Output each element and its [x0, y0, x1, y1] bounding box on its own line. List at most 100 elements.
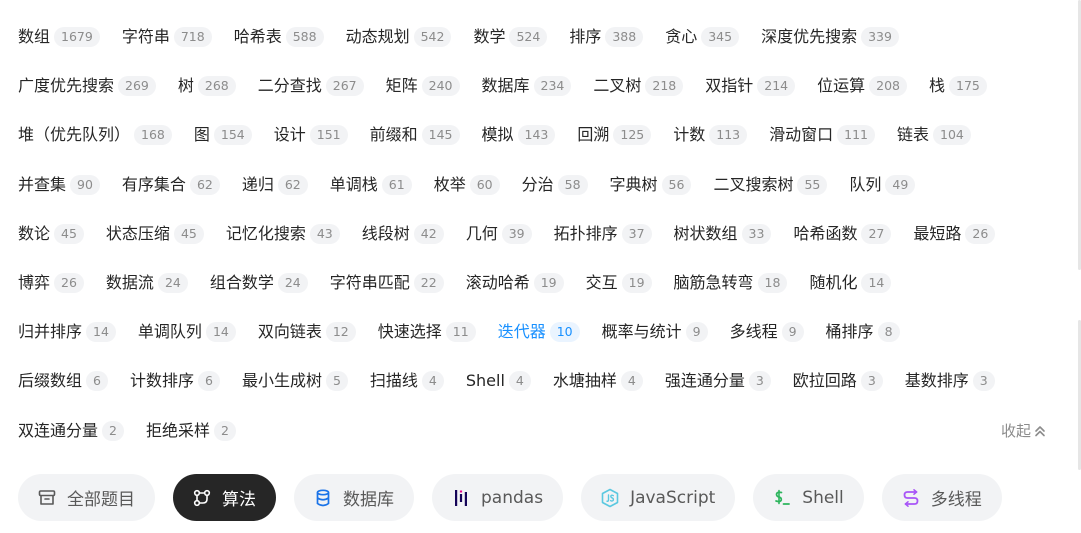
- topic-tag[interactable]: 归并排序 14: [18, 321, 116, 343]
- topic-tag[interactable]: 多线程 9: [730, 321, 804, 343]
- topic-tag[interactable]: 滑动窗口 111: [769, 124, 875, 146]
- topic-tag[interactable]: 最短路 26: [913, 223, 996, 245]
- topic-tag[interactable]: 树状数组 33: [674, 223, 772, 245]
- category-database[interactable]: 数据库: [294, 474, 414, 521]
- topic-tag[interactable]: 有序集合 62: [122, 174, 220, 196]
- topic-tag[interactable]: 概率与统计 9: [602, 321, 708, 343]
- topic-tag[interactable]: 前缀和 145: [370, 124, 460, 146]
- topic-tag[interactable]: 动态规划 542: [346, 26, 452, 48]
- topic-tag-count: 214: [757, 76, 796, 97]
- topic-tag[interactable]: 随机化 14: [809, 272, 892, 294]
- topic-tag[interactable]: 二分查找 267: [258, 75, 364, 97]
- topic-tag[interactable]: 博弈 26: [18, 272, 84, 294]
- topic-tag[interactable]: 广度优先搜索 269: [18, 75, 156, 97]
- topic-tag[interactable]: 脑筋急转弯 18: [674, 272, 788, 294]
- topic-tag[interactable]: 二叉搜索树 55: [713, 174, 828, 196]
- category-javascript[interactable]: JavaScript: [581, 474, 736, 521]
- collapse-button[interactable]: 收起: [1001, 420, 1046, 441]
- topic-tag-label: 基数排序: [904, 371, 969, 391]
- topic-tag[interactable]: 后缀数组 6: [18, 370, 108, 392]
- topic-tag-count: 269: [118, 76, 156, 97]
- topic-tag[interactable]: 水塘抽样 4: [553, 370, 643, 392]
- topic-tag[interactable]: 双连通分量 2: [18, 420, 124, 442]
- topic-tag-count: 49: [885, 174, 916, 195]
- topic-tag[interactable]: 数论 45: [18, 223, 84, 245]
- topic-tag[interactable]: 计数 113: [673, 124, 748, 146]
- topic-tag[interactable]: 哈希表 588: [234, 26, 324, 48]
- topic-tag[interactable]: 线段树 42: [362, 223, 444, 245]
- topic-tag-label: 图: [193, 125, 210, 145]
- topic-tag[interactable]: 拒绝采样 2: [146, 420, 236, 442]
- topic-tag-label: 最短路: [913, 223, 962, 243]
- topic-tag[interactable]: 枚举 60: [434, 174, 500, 196]
- topic-tag[interactable]: 贪心 345: [665, 26, 740, 48]
- topic-tag[interactable]: 计数排序 6: [130, 370, 220, 392]
- topic-tag[interactable]: 树 268: [178, 75, 236, 97]
- topic-tag[interactable]: 最小生成树 5: [242, 370, 348, 392]
- topic-tag[interactable]: 堆（优先队列） 168: [18, 124, 172, 146]
- topic-tag[interactable]: 滚动哈希 19: [466, 272, 564, 294]
- topic-tag[interactable]: 组合数学 24: [210, 272, 308, 294]
- topic-tag[interactable]: 字符串匹配 22: [330, 272, 444, 294]
- topic-tag-label: 计数: [673, 125, 706, 145]
- topic-tag[interactable]: 数据库 234: [482, 75, 572, 97]
- topic-tag[interactable]: 二叉树 218: [593, 75, 684, 97]
- topic-tag[interactable]: 迭代器 10: [498, 321, 580, 343]
- topic-tag[interactable]: 并查集 90: [18, 174, 100, 196]
- topic-tag-count: 6: [197, 371, 220, 392]
- topic-tag[interactable]: 双向链表 12: [258, 321, 356, 343]
- topic-tag[interactable]: 数组 1679: [18, 26, 100, 48]
- topic-tag-label: 二叉搜索树: [713, 174, 794, 194]
- tag-row: 后缀数组 6 计数排序 6 最小生成树 5 扫描线 4 Shell 4 水塘抽样 4 强连通分量 3 欧拉回…: [18, 357, 1058, 406]
- topic-tag[interactable]: 图 154: [194, 124, 252, 146]
- topic-tag[interactable]: 模拟 143: [482, 124, 556, 146]
- topic-tag[interactable]: 桶排序 8: [826, 321, 900, 343]
- category-label: pandas: [481, 487, 544, 508]
- topic-tag[interactable]: 栈 175: [929, 75, 987, 97]
- topic-tag[interactable]: 分治 58: [522, 174, 588, 196]
- topic-tag[interactable]: 深度优先搜索 339: [761, 26, 899, 48]
- topic-tag[interactable]: 队列 49: [849, 174, 916, 196]
- category-shell[interactable]: Shell: [753, 474, 864, 521]
- topic-tag-count: 143: [517, 125, 556, 146]
- topic-tag[interactable]: 几何 39: [466, 223, 532, 245]
- topic-tag[interactable]: Shell 4: [466, 370, 531, 392]
- topic-tag-label: 有序集合: [121, 174, 186, 194]
- topic-tag[interactable]: 强连通分量 3: [665, 370, 771, 392]
- topic-tag-count: 39: [501, 223, 532, 244]
- topic-tag[interactable]: 哈希函数 27: [793, 223, 892, 245]
- topic-tag-label: 哈希表: [233, 27, 282, 47]
- category-all-problems[interactable]: 全部题目: [18, 474, 155, 521]
- topic-tag-label: 递归: [241, 174, 274, 194]
- category-pandas[interactable]: pandas: [432, 474, 564, 521]
- topic-tag[interactable]: 数据流 24: [106, 272, 188, 294]
- topic-tag[interactable]: 单调队列 14: [138, 321, 236, 343]
- topic-tag[interactable]: 排序 388: [569, 26, 644, 48]
- topic-tag[interactable]: 拓扑排序 37: [554, 223, 652, 245]
- topic-tag[interactable]: 交互 19: [586, 272, 652, 294]
- topic-tag-count: 19: [533, 273, 564, 294]
- category-algorithms[interactable]: 算法: [173, 474, 276, 521]
- topic-tag-label: 树状数组: [673, 223, 738, 243]
- topic-tag[interactable]: 位运算 208: [817, 75, 907, 97]
- topic-tag[interactable]: 矩阵 240: [386, 75, 460, 97]
- topic-tag[interactable]: 链表 104: [897, 124, 971, 146]
- topic-tag[interactable]: 扫描线 4: [370, 370, 444, 392]
- topic-tag[interactable]: 单调栈 61: [330, 174, 412, 196]
- topic-tag-count: 22: [413, 273, 444, 294]
- topic-tag[interactable]: 设计 151: [274, 124, 348, 146]
- topic-tag-count: 62: [189, 174, 220, 195]
- topic-tag-count: 26: [54, 273, 84, 294]
- topic-tag[interactable]: 递归 62: [242, 174, 308, 196]
- topic-tag[interactable]: 回溯 125: [577, 124, 652, 146]
- topic-tag[interactable]: 双指针 214: [705, 75, 796, 97]
- topic-tag[interactable]: 状态压缩 45: [106, 223, 204, 245]
- topic-tag[interactable]: 欧拉回路 3: [793, 370, 883, 392]
- topic-tag[interactable]: 记忆化搜索 43: [226, 223, 340, 245]
- category-concurrency[interactable]: 多线程: [881, 474, 1002, 521]
- topic-tag[interactable]: 快速选择 11: [378, 321, 476, 343]
- topic-tag[interactable]: 字符串 718: [122, 26, 212, 48]
- topic-tag[interactable]: 基数排序 3: [905, 370, 995, 392]
- topic-tag[interactable]: 字典树 56: [610, 174, 692, 196]
- topic-tag[interactable]: 数学 524: [473, 26, 548, 48]
